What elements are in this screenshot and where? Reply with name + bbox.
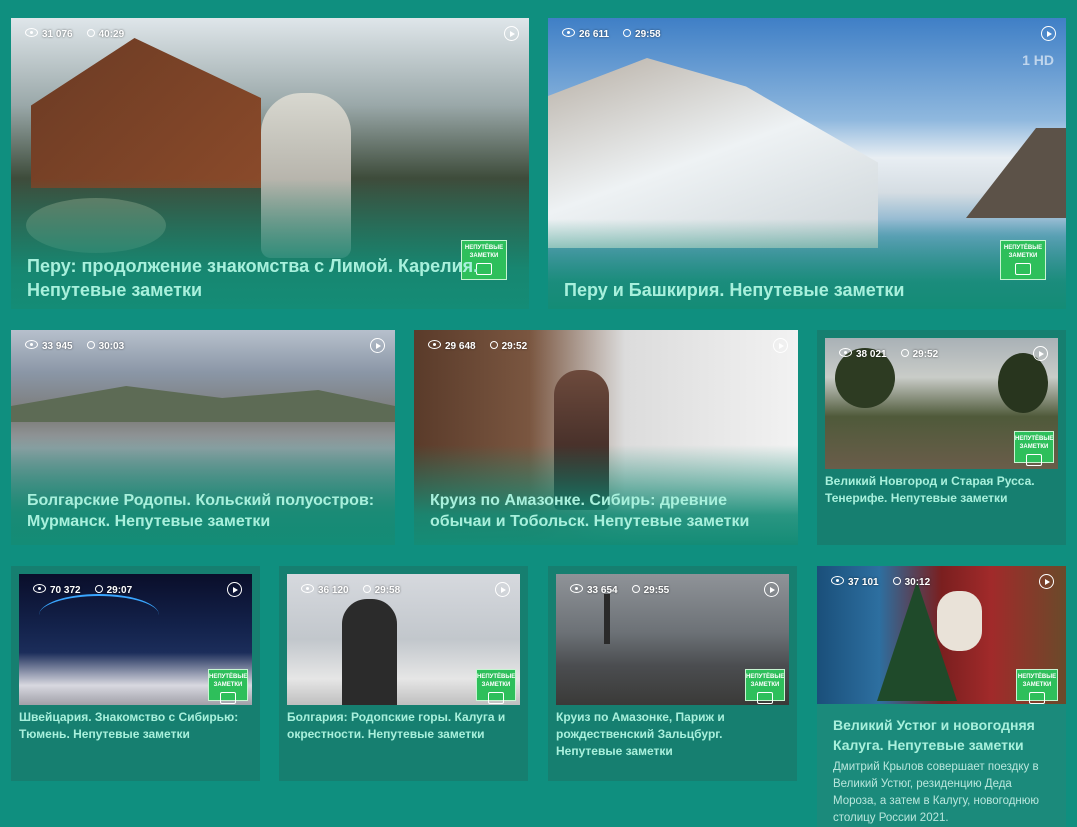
- eye-icon: [839, 348, 852, 357]
- video-meta: 29 648 29:52: [428, 340, 527, 352]
- eye-icon: [562, 28, 575, 37]
- play-icon[interactable]: [773, 338, 788, 353]
- play-icon[interactable]: [1039, 574, 1054, 589]
- view-count: 33 945: [42, 341, 73, 352]
- video-card[interactable]: 38 021 29:52 НЕПУТЁВЫЕ ЗАМЕТКИ Великий Н…: [817, 330, 1066, 545]
- eye-icon: [25, 28, 38, 37]
- eye-icon: [301, 584, 314, 593]
- video-title[interactable]: Перу и Башкирия. Непутевые заметки: [564, 278, 1050, 302]
- view-count: 70 372: [50, 585, 81, 596]
- play-icon[interactable]: [764, 582, 779, 597]
- eye-icon: [428, 340, 441, 349]
- duration: 40:29: [98, 28, 125, 40]
- play-icon[interactable]: [1033, 346, 1048, 361]
- view-count: 36 120: [318, 585, 349, 596]
- duration: 29:52: [912, 348, 939, 360]
- show-logo-badge: НЕПУТЁВЫЕ ЗАМЕТКИ: [208, 669, 248, 704]
- duration: 29:58: [635, 28, 661, 40]
- show-logo-badge: НЕПУТЁВЫЕ ЗАМЕТКИ: [476, 669, 516, 704]
- play-icon[interactable]: [504, 26, 519, 41]
- clock-icon: [631, 584, 640, 593]
- clock-icon: [86, 28, 95, 37]
- play-icon[interactable]: [370, 338, 385, 353]
- video-title[interactable]: Болгарские Родопы. Кольский полуостров: …: [27, 490, 379, 532]
- video-description: Дмитрий Крылов совершает поездку в Велик…: [833, 761, 1040, 824]
- video-card[interactable]: 31 076 40:29 НЕПУТЁВЫЕ ЗАМЕТКИ Перу: про…: [11, 18, 529, 309]
- play-icon[interactable]: [495, 582, 510, 597]
- video-card[interactable]: 70 372 29:07 НЕПУТЁВЫЕ ЗАМЕТКИ Швейцария…: [11, 566, 260, 781]
- view-count: 37 101: [848, 577, 879, 588]
- video-meta: 37 101 30:12: [831, 576, 930, 588]
- video-title[interactable]: Круиз по Амазонке, Париж и рождественски…: [556, 709, 781, 760]
- eye-icon: [33, 584, 46, 593]
- view-count: 29 648: [445, 341, 476, 352]
- clock-icon: [94, 584, 103, 593]
- video-card[interactable]: 36 120 29:58 НЕПУТЁВЫЕ ЗАМЕТКИ Болгария:…: [279, 566, 528, 781]
- duration: 29:58: [374, 584, 401, 596]
- clock-icon: [900, 348, 909, 357]
- video-card[interactable]: 26 611 29:58 1 HD НЕПУТЁВЫЕ ЗАМЕТКИ Перу…: [548, 18, 1066, 309]
- show-logo-badge: НЕПУТЁВЫЕ ЗАМЕТКИ: [1016, 669, 1058, 704]
- video-title[interactable]: Болгария: Родопские горы. Калуга и окрес…: [287, 709, 520, 743]
- channel-logo: 1 HD: [1022, 52, 1054, 68]
- play-icon[interactable]: [1041, 26, 1056, 41]
- video-card[interactable]: 37 101 30:12 НЕПУТЁВЫЕ ЗАМЕТКИ Великий У…: [817, 566, 1066, 827]
- video-title[interactable]: Круиз по Амазонке. Сибирь: древние обыча…: [430, 490, 782, 532]
- video-card[interactable]: 29 648 29:52 Круиз по Амазонке. Сибирь: …: [414, 330, 798, 545]
- view-count: 26 611: [579, 29, 610, 40]
- eye-icon: [570, 584, 583, 593]
- clock-icon: [892, 576, 901, 585]
- view-count: 31 076: [42, 29, 73, 40]
- duration: 29:55: [643, 584, 670, 596]
- clock-icon: [362, 584, 371, 593]
- video-title[interactable]: Великий Устюг и новогодняя Калуга. Непут…: [833, 715, 1058, 755]
- duration: 29:52: [501, 340, 528, 352]
- duration: 30:03: [98, 340, 125, 352]
- show-logo-badge: НЕПУТЁВЫЕ ЗАМЕТКИ: [745, 669, 785, 704]
- clock-icon: [86, 340, 95, 349]
- clock-icon: [623, 28, 632, 37]
- view-count: 33 654: [587, 585, 618, 596]
- video-title[interactable]: Швейцария. Знакомство с Сибирью: Тюмень.…: [19, 709, 252, 743]
- video-meta: 26 611 29:58: [562, 28, 661, 40]
- show-logo-badge: НЕПУТЁВЫЕ ЗАМЕТКИ: [1000, 240, 1046, 280]
- view-count: 38 021: [856, 349, 887, 360]
- video-meta: 36 120 29:58: [301, 584, 400, 596]
- duration: 29:07: [106, 584, 133, 596]
- clock-icon: [489, 340, 498, 349]
- duration: 30:12: [904, 576, 931, 588]
- video-meta: 38 021 29:52: [839, 348, 938, 360]
- show-logo-badge: НЕПУТЁВЫЕ ЗАМЕТКИ: [1014, 431, 1054, 466]
- video-meta: 33 945 30:03: [25, 340, 124, 352]
- video-meta: 33 654 29:55: [570, 584, 669, 596]
- video-title[interactable]: Перу: продолжение знакомства с Лимой. Ка…: [27, 254, 489, 302]
- play-icon[interactable]: [227, 582, 242, 597]
- eye-icon: [25, 340, 38, 349]
- video-meta: 70 372 29:07: [33, 584, 132, 596]
- eye-icon: [831, 576, 844, 585]
- video-card[interactable]: 33 945 30:03 Болгарские Родопы. Кольский…: [11, 330, 395, 545]
- video-meta: 31 076 40:29: [25, 28, 124, 40]
- video-card[interactable]: 33 654 29:55 НЕПУТЁВЫЕ ЗАМЕТКИ Круиз по …: [548, 566, 797, 781]
- video-title[interactable]: Великий Новгород и Старая Русса. Тенериф…: [825, 473, 1055, 507]
